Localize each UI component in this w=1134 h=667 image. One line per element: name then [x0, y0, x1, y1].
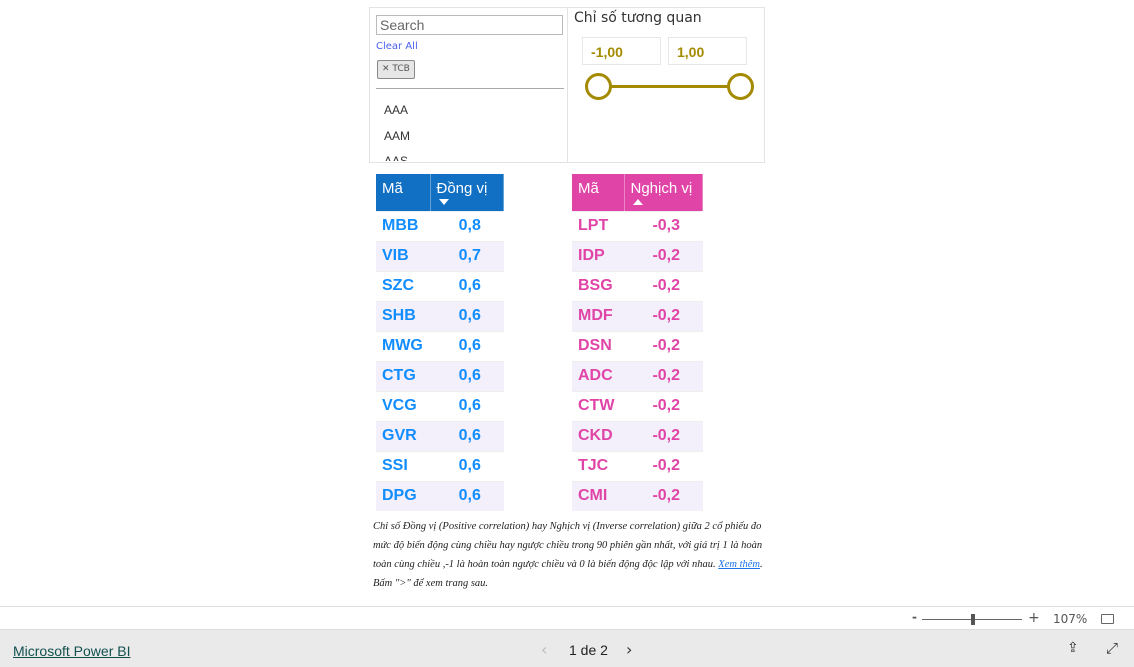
table-row[interactable]: GVR 0,6: [376, 420, 504, 451]
sort-ascending-icon: [632, 199, 643, 205]
table-row[interactable]: CTG 0,6: [376, 360, 504, 391]
ticker-cell: MBB: [376, 210, 430, 241]
previous-page-icon[interactable]: ‹: [541, 640, 547, 659]
correlation-cell: -0,2: [624, 330, 703, 361]
table-row[interactable]: ADC -0,2: [572, 360, 703, 391]
table-row[interactable]: MWG 0,6: [376, 330, 504, 361]
ticker-cell: SZC: [376, 270, 430, 301]
table-row[interactable]: CTW -0,2: [572, 390, 703, 421]
zoom-slider-handle[interactable]: [971, 614, 975, 625]
slicer-title: Chỉ số tương quan: [574, 10, 702, 26]
ticker-cell: VCG: [376, 390, 430, 421]
next-page-icon[interactable]: ›: [626, 640, 632, 659]
table-row[interactable]: SZC 0,6: [376, 270, 504, 301]
zoom-level: 107%: [1053, 612, 1088, 626]
table-row[interactable]: SSI 0,6: [376, 450, 504, 481]
column-header-nghich-vi[interactable]: Nghịch vị: [624, 174, 703, 211]
search-input[interactable]: Search: [376, 15, 563, 35]
table-row[interactable]: DSN -0,2: [572, 330, 703, 361]
column-header-ma[interactable]: Mã: [376, 174, 431, 211]
min-input[interactable]: -1,00: [582, 37, 661, 65]
max-input[interactable]: 1,00: [668, 37, 747, 65]
slider-min-handle[interactable]: [585, 73, 612, 100]
clear-all-link[interactable]: Clear All: [376, 41, 418, 52]
footer-bar: Microsoft Power BI ‹ 1 de 2 › ⇪ ⤢: [0, 630, 1134, 667]
selected-chip[interactable]: ✕ TCB: [377, 60, 415, 79]
fit-to-page-icon[interactable]: [1101, 614, 1114, 624]
share-icon[interactable]: ⇪: [1067, 640, 1079, 656]
table-row[interactable]: DPG 0,6: [376, 480, 504, 511]
list-item[interactable]: AAM: [384, 129, 410, 143]
correlation-cell: 0,6: [430, 330, 504, 361]
table-row[interactable]: MDF -0,2: [572, 300, 703, 331]
ticker-cell: BSG: [572, 270, 624, 301]
explanation-note: Chỉ số Đồng vị (Positive correlation) ha…: [373, 521, 763, 589]
correlation-cell: 0,6: [430, 360, 504, 391]
ticker-cell: CMI: [572, 480, 624, 511]
correlation-cell: -0,2: [624, 450, 703, 481]
ticker-cell: SHB: [376, 300, 430, 331]
correlation-cell: -0,2: [624, 300, 703, 331]
correlation-cell: -0,2: [624, 480, 703, 511]
table-row[interactable]: SHB 0,6: [376, 300, 504, 331]
zoom-out-button[interactable]: -: [912, 610, 917, 624]
correlation-cell: 0,6: [430, 390, 504, 421]
close-icon[interactable]: ✕: [382, 64, 390, 74]
ticker-cell: LPT: [572, 210, 624, 241]
ticker-cell: GVR: [376, 420, 430, 451]
correlation-cell: 0,6: [430, 450, 504, 481]
ticker-cell: VIB: [376, 240, 430, 271]
ticker-cell: ADC: [572, 360, 624, 391]
table-row[interactable]: BSG -0,2: [572, 270, 703, 301]
slider-track[interactable]: [598, 85, 738, 88]
correlation-cell: 0,8: [430, 210, 504, 241]
correlation-cell: -0,2: [624, 360, 703, 391]
zoom-bar: - + 107%: [0, 606, 1134, 630]
correlation-cell: -0,2: [624, 240, 703, 271]
column-header-ma[interactable]: Mã: [572, 174, 625, 211]
column-header-dong-vi[interactable]: Đồng vị: [430, 174, 504, 211]
correlation-cell: -0,2: [624, 420, 703, 451]
ticker-cell: IDP: [572, 240, 624, 271]
table-row[interactable]: MBB 0,8: [376, 210, 504, 241]
ticker-cell: MDF: [572, 300, 624, 331]
correlation-cell: -0,2: [624, 390, 703, 421]
correlation-cell: 0,6: [430, 300, 504, 331]
ticker-cell: CTW: [572, 390, 624, 421]
positive-correlation-table: Mã Đồng vị MBB 0,8 VIB 0,7 SZC 0,6 SHB 0,6 MWG 0,…: [376, 174, 504, 511]
divider: [376, 88, 564, 89]
table-row[interactable]: LPT -0,3: [572, 210, 703, 241]
correlation-cell: 0,7: [430, 240, 504, 271]
ticker-cell: CTG: [376, 360, 430, 391]
correlation-cell: 0,6: [430, 420, 504, 451]
correlation-cell: 0,6: [430, 480, 504, 511]
ticker-cell: MWG: [376, 330, 430, 361]
slider-max-handle[interactable]: [727, 73, 754, 100]
ticker-cell: DSN: [572, 330, 624, 361]
table-row[interactable]: VIB 0,7: [376, 240, 504, 271]
stock-slicer: Search Clear All ✕ TCB AAA AAM AAS: [369, 7, 568, 163]
list-item[interactable]: AAA: [384, 103, 408, 117]
table-row[interactable]: CKD -0,2: [572, 420, 703, 451]
ticker-cell: TJC: [572, 450, 624, 481]
inverse-correlation-table: Mã Nghịch vị LPT -0,3 IDP -0,2 BSG -0,2 MDF -0,…: [572, 174, 703, 511]
table-row[interactable]: TJC -0,2: [572, 450, 703, 481]
list-item[interactable]: AAS: [384, 154, 408, 161]
fullscreen-icon[interactable]: ⤢: [1106, 639, 1118, 657]
ticker-cell: CKD: [572, 420, 624, 451]
sort-descending-icon: [438, 199, 449, 205]
see-more-link[interactable]: Xem thêm: [718, 559, 760, 570]
correlation-range-slicer: Chỉ số tương quan -1,00 1,00: [567, 7, 765, 163]
page-indicator: 1 de 2: [569, 642, 608, 658]
table-row[interactable]: IDP -0,2: [572, 240, 703, 271]
ticker-cell: SSI: [376, 450, 430, 481]
correlation-cell: -0,2: [624, 270, 703, 301]
table-row[interactable]: CMI -0,2: [572, 480, 703, 511]
correlation-cell: 0,6: [430, 270, 504, 301]
ticker-cell: DPG: [376, 480, 430, 511]
correlation-cell: -0,3: [624, 210, 703, 241]
table-row[interactable]: VCG 0,6: [376, 390, 504, 421]
power-bi-link[interactable]: Microsoft Power BI: [13, 643, 130, 659]
zoom-in-button[interactable]: +: [1028, 610, 1040, 626]
